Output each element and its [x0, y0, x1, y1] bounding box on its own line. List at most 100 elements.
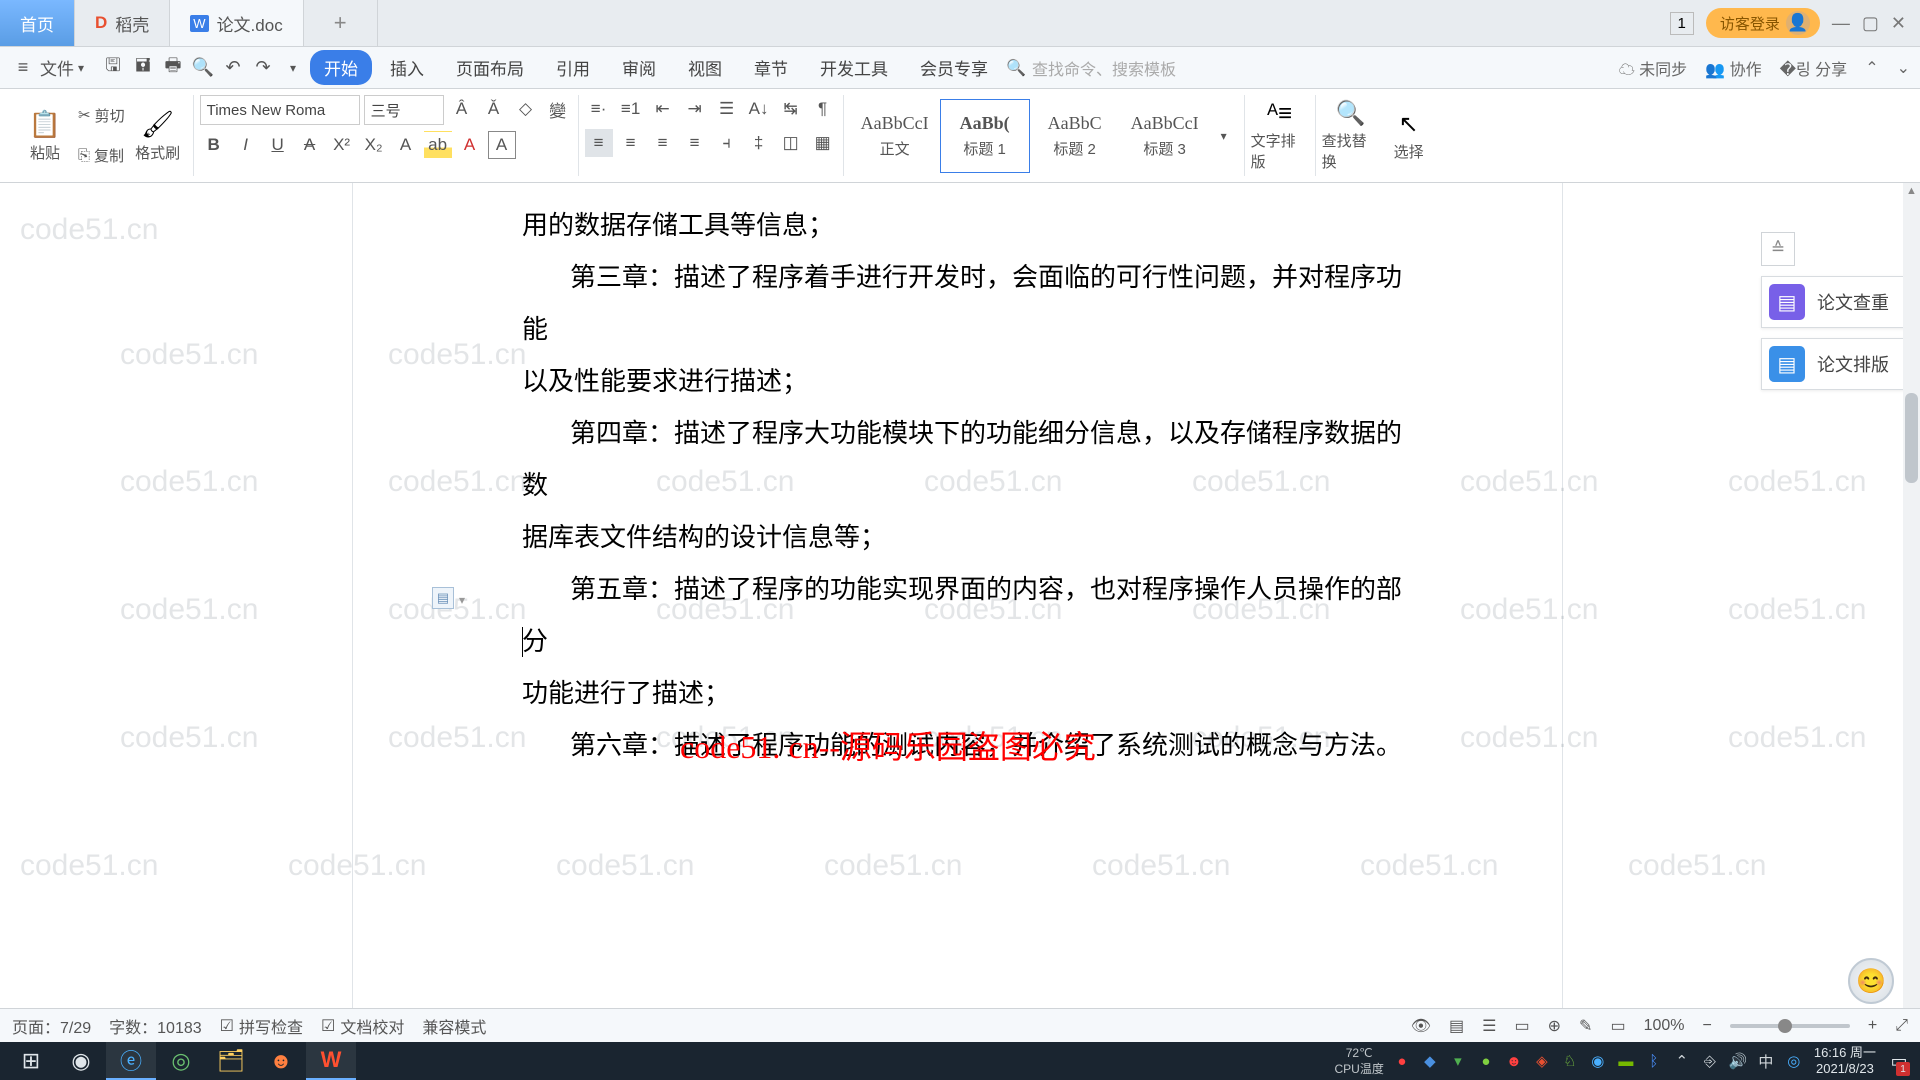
- highlight-button[interactable]: ab: [424, 131, 452, 159]
- view-outline-icon[interactable]: ☰: [1482, 1016, 1496, 1036]
- show-marks-button[interactable]: ¶: [809, 95, 837, 123]
- font-size-select[interactable]: 三号: [364, 95, 444, 125]
- tab-daoke[interactable]: D 稻壳: [75, 0, 170, 46]
- collab-button[interactable]: 👥 协作: [1705, 56, 1761, 80]
- document-area[interactable]: code51.cn code51.cn code51.cn code51.cn …: [0, 183, 1920, 1042]
- paste-button[interactable]: 📋 粘贴: [16, 95, 74, 176]
- menu-reference[interactable]: 引用: [542, 50, 604, 85]
- italic-button[interactable]: I: [232, 131, 260, 159]
- select-button[interactable]: ↖选择: [1380, 95, 1438, 176]
- style-heading2[interactable]: AaBbC标题 2: [1030, 99, 1120, 173]
- distribute-button[interactable]: ⫞: [713, 129, 741, 157]
- tray-icon[interactable]: ◆: [1418, 1049, 1442, 1073]
- zoom-slider[interactable]: [1730, 1024, 1850, 1028]
- ribbon-more-icon[interactable]: ⌄: [1897, 58, 1910, 78]
- redo-icon[interactable]: ↷: [250, 55, 276, 81]
- view-page-icon[interactable]: ▤: [1449, 1016, 1464, 1036]
- minimize-button[interactable]: —: [1832, 13, 1850, 34]
- cpu-temp-widget[interactable]: 72℃ CPU温度: [1329, 1046, 1390, 1077]
- start-button[interactable]: ⊞: [6, 1042, 56, 1080]
- edit-mode-icon[interactable]: ✎: [1579, 1016, 1592, 1036]
- sort-button[interactable]: A↓: [745, 95, 773, 123]
- clear-format-icon[interactable]: ◇: [512, 95, 540, 123]
- fullscreen-icon[interactable]: ⤢: [1895, 1017, 1908, 1035]
- save-icon[interactable]: 🖫: [100, 55, 126, 81]
- tray-up-icon[interactable]: ⌃: [1670, 1049, 1694, 1073]
- superscript-button[interactable]: X²: [328, 131, 356, 159]
- assistant-button[interactable]: 😊: [1848, 958, 1894, 1004]
- line-spacing-button[interactable]: ‡: [745, 129, 773, 157]
- text-effects-button[interactable]: A: [392, 131, 420, 159]
- page-indicator[interactable]: 页面：7/29: [12, 1014, 91, 1038]
- tray-icon[interactable]: ☻: [1502, 1049, 1526, 1073]
- page-handle-icon[interactable]: ▤: [432, 587, 454, 609]
- underline-button[interactable]: U: [264, 131, 292, 159]
- font-name-select[interactable]: Times New Roma: [200, 95, 360, 125]
- hamburger-icon[interactable]: ≡: [10, 55, 36, 81]
- command-search[interactable]: 🔍 查找命令、搜索模板: [1006, 56, 1206, 80]
- sync-button[interactable]: ☁ 未同步: [1619, 56, 1687, 80]
- volume-icon[interactable]: 🔊: [1726, 1049, 1750, 1073]
- fit-page-icon[interactable]: ▭: [1610, 1016, 1625, 1036]
- share-button[interactable]: �링 分享: [1780, 56, 1848, 80]
- tray-icon[interactable]: ◈: [1530, 1049, 1554, 1073]
- numbering-button[interactable]: ≡1: [617, 95, 645, 123]
- notification-center[interactable]: ▭1: [1884, 1042, 1914, 1080]
- security-icon[interactable]: ◎: [1782, 1049, 1806, 1073]
- tab-home[interactable]: 首页: [0, 0, 75, 46]
- tab-document[interactable]: W 论文.doc: [170, 0, 303, 46]
- window-count-badge[interactable]: 1: [1670, 12, 1694, 35]
- zoom-in-button[interactable]: +: [1868, 1017, 1877, 1035]
- style-normal[interactable]: AaBbCcI正文: [850, 99, 940, 173]
- zoom-out-button[interactable]: −: [1703, 1017, 1712, 1035]
- text-layout-button[interactable]: ᴬ≡文字排版: [1251, 95, 1309, 176]
- menu-member[interactable]: 会员专享: [906, 50, 1002, 85]
- tab-button[interactable]: ↹: [777, 95, 805, 123]
- styles-more-button[interactable]: ▾: [1210, 122, 1238, 150]
- maximize-button[interactable]: ▢: [1862, 13, 1879, 34]
- taskbar-clock[interactable]: 16:16 周一 2021/8/23: [1806, 1045, 1884, 1076]
- menu-review[interactable]: 审阅: [608, 50, 670, 85]
- phonetic-icon[interactable]: 變: [544, 95, 572, 123]
- scroll-up-icon[interactable]: ▲: [1903, 183, 1920, 199]
- save-as-icon[interactable]: 🖬: [130, 55, 156, 81]
- new-tab-button[interactable]: +: [304, 0, 378, 46]
- menu-view[interactable]: 视图: [674, 50, 736, 85]
- style-heading1[interactable]: AaBb(标题 1: [940, 99, 1030, 173]
- word-count[interactable]: 字数：10183: [109, 1014, 202, 1038]
- obs-icon[interactable]: ◉: [56, 1042, 106, 1080]
- tray-icon[interactable]: ◉: [1586, 1049, 1610, 1073]
- shrink-font-icon[interactable]: Ǎ: [480, 95, 508, 123]
- bluetooth-icon[interactable]: ᛒ: [1642, 1049, 1666, 1073]
- grow-font-icon[interactable]: Â: [448, 95, 476, 123]
- preview-icon[interactable]: 🔍: [190, 55, 216, 81]
- eyecare-icon[interactable]: 👁: [1411, 1016, 1431, 1036]
- scrollbar-thumb[interactable]: [1905, 393, 1918, 483]
- decrease-indent-button[interactable]: ⇤: [649, 95, 677, 123]
- asian-layout-button[interactable]: ☰: [713, 95, 741, 123]
- subscript-button[interactable]: X₂: [360, 131, 388, 159]
- edge-icon[interactable]: ◎: [156, 1042, 206, 1080]
- shading-button[interactable]: ◫: [777, 129, 805, 157]
- strike-button[interactable]: A: [296, 131, 324, 159]
- char-border-button[interactable]: A: [488, 131, 516, 159]
- qat-more-icon[interactable]: ▾: [280, 55, 306, 81]
- side-collapse-button[interactable]: ≙: [1761, 232, 1795, 266]
- increase-indent-button[interactable]: ⇥: [681, 95, 709, 123]
- undo-icon[interactable]: ↶: [220, 55, 246, 81]
- find-replace-button[interactable]: 🔍查找替换: [1322, 95, 1380, 176]
- align-center-button[interactable]: ≡: [617, 129, 645, 157]
- print-icon[interactable]: 🖶: [160, 55, 186, 81]
- format-brush-button[interactable]: 🖌 格式刷: [129, 95, 187, 176]
- file-menu[interactable]: 文件▾: [40, 55, 84, 80]
- tray-icon[interactable]: ♘: [1558, 1049, 1582, 1073]
- app1-icon[interactable]: ☻: [256, 1042, 306, 1080]
- style-heading3[interactable]: AaBbCcI标题 3: [1120, 99, 1210, 173]
- borders-button[interactable]: ▦: [809, 129, 837, 157]
- view-web-icon[interactable]: ⊕: [1548, 1016, 1561, 1036]
- cut-button[interactable]: ✂剪切: [78, 101, 125, 129]
- close-button[interactable]: ✕: [1891, 13, 1906, 34]
- tray-icon[interactable]: ●: [1390, 1049, 1414, 1073]
- bold-button[interactable]: B: [200, 131, 228, 159]
- tray-icon[interactable]: ●: [1474, 1049, 1498, 1073]
